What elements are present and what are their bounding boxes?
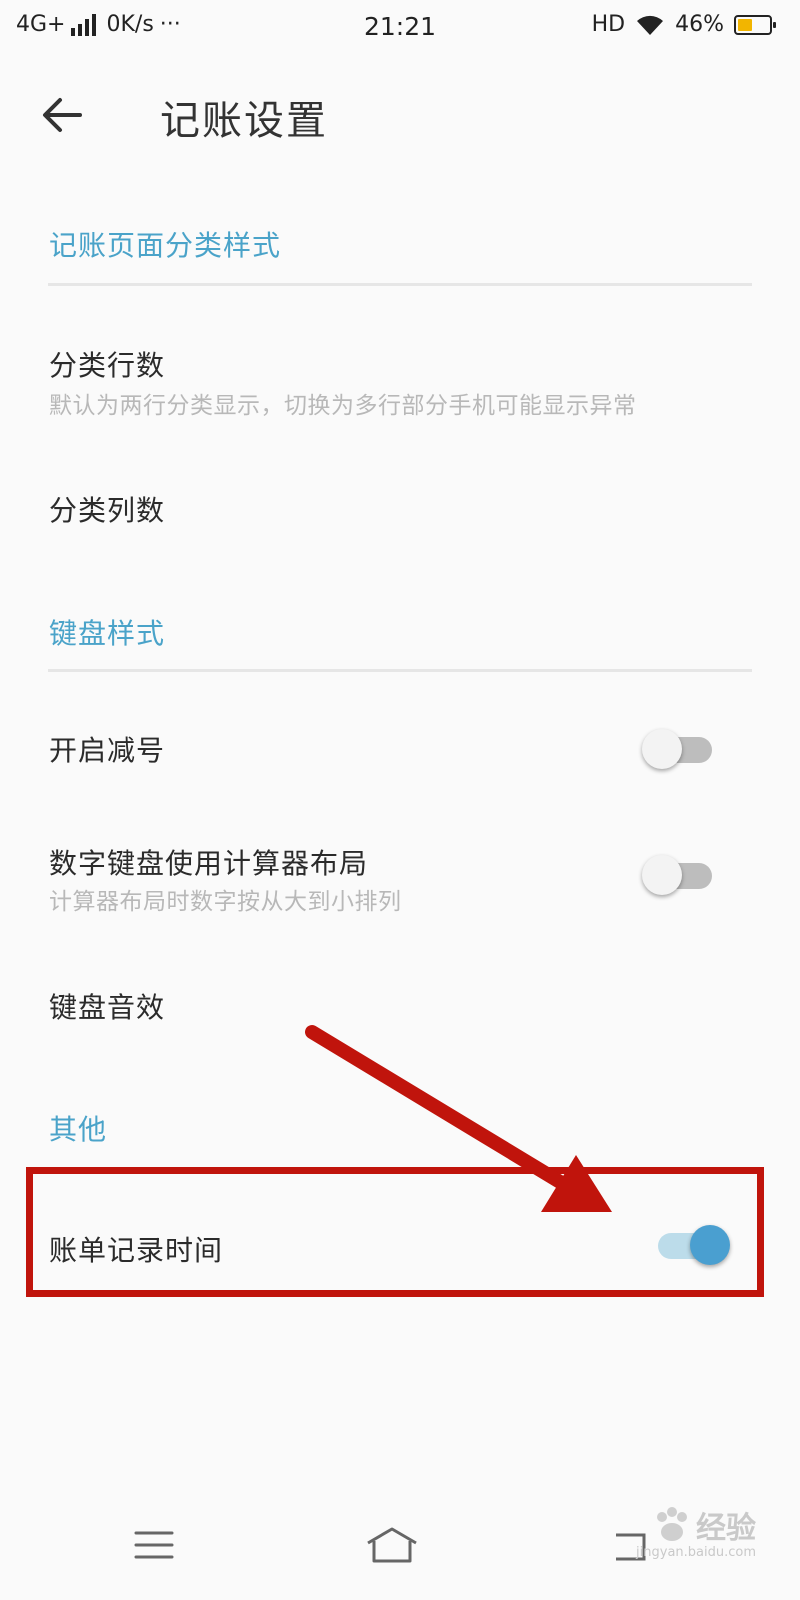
toggle-calculator-switch[interactable]	[642, 853, 714, 895]
switch-thumb	[642, 729, 682, 769]
page-title: 记账设置	[160, 98, 328, 144]
annotation-highlight-box	[26, 1167, 764, 1297]
back-button[interactable]	[38, 90, 88, 140]
watermark-text: 经验	[696, 1511, 756, 1546]
status-bar: 4G+ 0K/s ··· 21:21 HD 46%	[0, 0, 800, 56]
divider	[48, 669, 752, 672]
home-icon	[367, 1527, 417, 1563]
menu-button[interactable]	[114, 1510, 194, 1580]
setting-title: 分类行数	[49, 349, 166, 382]
setting-row-category-cols[interactable]: 分类列数	[0, 455, 800, 565]
setting-row-calculator-layout[interactable]: 数字键盘使用计算器布局 计算器布局时数字按从大到小排列	[0, 815, 800, 940]
hd-indicator: HD	[591, 12, 626, 37]
battery-icon	[734, 14, 776, 35]
divider	[48, 283, 752, 286]
setting-subtitle: 默认为两行分类显示，切换为多行部分手机可能显示异常	[49, 393, 637, 419]
home-button[interactable]	[352, 1510, 432, 1580]
setting-title: 开启减号	[49, 734, 166, 767]
setting-subtitle: 计算器布局时数字按从大到小排列	[49, 889, 402, 915]
app-bar: 记账设置	[0, 70, 800, 160]
setting-title: 键盘音效	[49, 991, 166, 1024]
watermark-url: jingyan.baidu.com	[636, 1545, 756, 1560]
battery-percent: 46%	[675, 12, 724, 37]
wifi-icon	[637, 15, 664, 35]
section-header-keyboard: 键盘样式	[49, 617, 166, 650]
section-header-other: 其他	[49, 1113, 108, 1146]
watermark: 经验 jingyan.baidu.com	[636, 1503, 756, 1560]
toggle-minus-switch[interactable]	[642, 727, 714, 769]
setting-row-minus[interactable]: 开启减号	[0, 695, 800, 805]
setting-title: 数字键盘使用计算器布局	[49, 847, 369, 880]
switch-thumb	[642, 855, 682, 895]
setting-row-category-rows[interactable]: 分类行数 默认为两行分类显示，切换为多行部分手机可能显示异常	[0, 310, 800, 445]
status-right: HD 46%	[591, 12, 776, 37]
menu-icon	[134, 1531, 174, 1559]
setting-title: 分类列数	[49, 494, 166, 527]
setting-row-keyboard-sound[interactable]: 键盘音效	[0, 950, 800, 1060]
arrow-left-icon	[43, 98, 82, 132]
section-header-category-style: 记账页面分类样式	[49, 229, 282, 262]
battery-fill	[738, 18, 752, 31]
paw-icon	[657, 1507, 687, 1541]
